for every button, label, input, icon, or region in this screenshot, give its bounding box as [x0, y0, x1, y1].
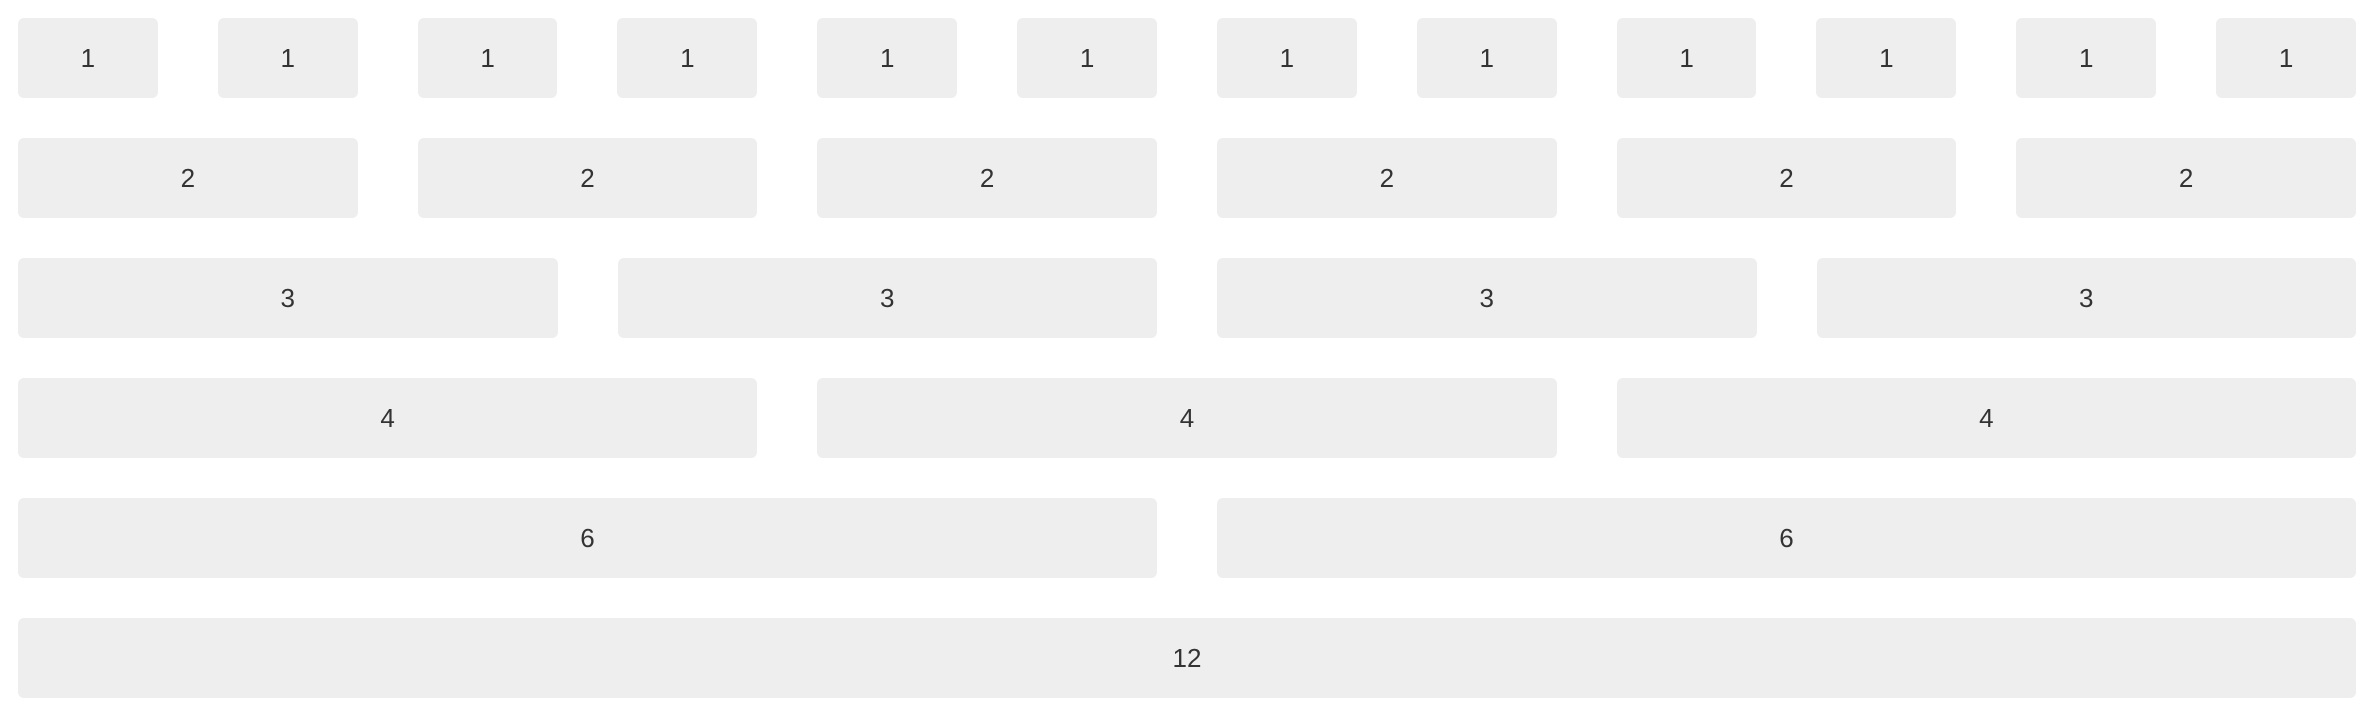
- grid-cell: 3: [1816, 258, 2356, 338]
- grid-row-span-1: 1 1 1 1 1 1 1 1 1 1 1 1: [18, 18, 2356, 98]
- grid-cell: 1: [217, 18, 358, 98]
- grid-row-span-6: 6 6: [18, 498, 2356, 578]
- grid-cell: 1: [2016, 18, 2157, 98]
- grid-cell: 6: [1217, 498, 2356, 578]
- grid-row-span-4: 4 4 4: [18, 378, 2356, 458]
- grid-cell: 4: [18, 378, 758, 458]
- grid-row-span-12: 12: [18, 618, 2356, 698]
- grid-cell: 4: [817, 378, 1557, 458]
- grid-cell: 1: [1216, 18, 1357, 98]
- grid-cell: 1: [1017, 18, 1157, 98]
- grid-cell: 6: [18, 498, 1157, 578]
- grid-row-span-3: 3 3 3 3: [18, 258, 2356, 338]
- grid-cell: 3: [1217, 258, 1757, 338]
- grid-cell: 2: [1616, 138, 1957, 218]
- grid-cell: 12: [18, 618, 2356, 698]
- grid-cell: 1: [1816, 18, 1957, 98]
- grid-cell: 1: [417, 18, 558, 98]
- grid-cell: 3: [18, 258, 558, 338]
- grid-cell: 1: [817, 18, 958, 98]
- grid-cell: 3: [617, 258, 1157, 338]
- grid-cell: 2: [18, 138, 358, 218]
- grid-cell: 1: [617, 18, 758, 98]
- grid-cell: 4: [1616, 378, 2356, 458]
- grid-row-span-2: 2 2 2 2 2 2: [18, 138, 2356, 218]
- grid-cell: 1: [2216, 18, 2356, 98]
- grid-cell: 2: [817, 138, 1157, 218]
- grid-demo: 1 1 1 1 1 1 1 1 1 1 1 1 2 2 2 2 2 2 3 3 …: [0, 0, 2374, 716]
- grid-cell: 2: [2016, 138, 2356, 218]
- grid-cell: 1: [18, 18, 158, 98]
- grid-cell: 1: [1616, 18, 1757, 98]
- grid-cell: 1: [1416, 18, 1557, 98]
- grid-cell: 2: [1216, 138, 1557, 218]
- grid-cell: 2: [417, 138, 758, 218]
